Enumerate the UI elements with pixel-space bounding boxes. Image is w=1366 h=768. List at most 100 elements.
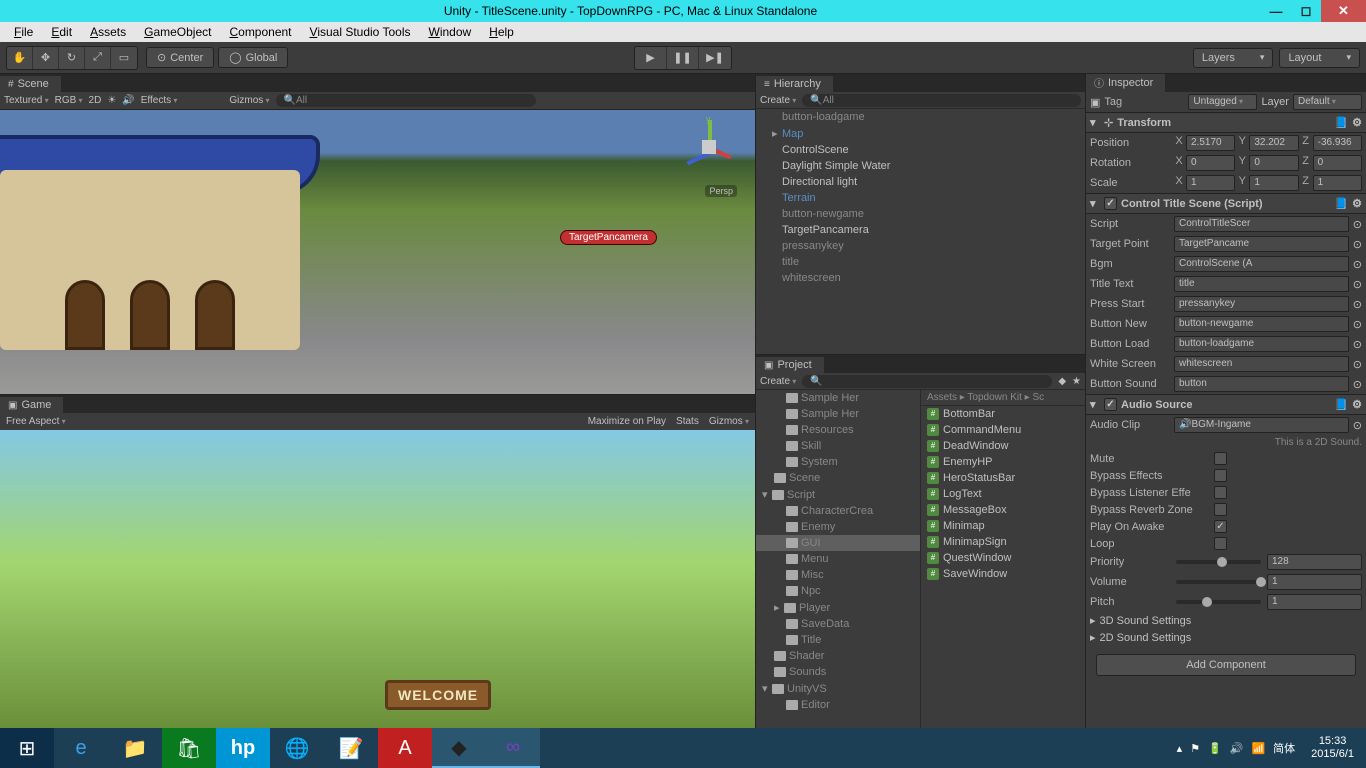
priority-value[interactable]: 128 bbox=[1267, 554, 1362, 570]
pos-y[interactable]: 32.202 bbox=[1249, 135, 1298, 151]
audio-icon[interactable]: 🔊 bbox=[122, 95, 134, 106]
maximize-on-play[interactable]: Maximize on Play bbox=[588, 416, 666, 427]
project-file[interactable]: #MinimapSign bbox=[921, 534, 1085, 550]
project-file[interactable]: #HeroStatusBar bbox=[921, 470, 1085, 486]
hierarchy-search[interactable]: 🔍All bbox=[802, 94, 1081, 107]
hierarchy-item[interactable]: title bbox=[756, 254, 1085, 270]
layers-dropdown[interactable]: Layers bbox=[1193, 48, 1274, 68]
rot-z[interactable]: 0 bbox=[1313, 155, 1362, 171]
object-picker-icon[interactable]: ⊙ bbox=[1353, 258, 1362, 271]
tray-clock[interactable]: 15:332015/6/1 bbox=[1303, 735, 1362, 761]
hierarchy-item[interactable]: TargetPancamera bbox=[756, 222, 1085, 238]
help-icon[interactable]: 📘 bbox=[1334, 398, 1348, 411]
gear-icon[interactable]: ⚙ bbox=[1352, 398, 1362, 411]
checkbox[interactable] bbox=[1214, 520, 1227, 533]
sound-2d-settings[interactable]: ▸2D Sound Settings bbox=[1086, 629, 1366, 646]
scl-y[interactable]: 1 bbox=[1249, 175, 1298, 191]
project-folder[interactable]: Sample Her bbox=[756, 406, 920, 422]
inspector-field[interactable]: button-loadgame bbox=[1174, 336, 1349, 352]
step-button[interactable]: ▶❚ bbox=[699, 47, 731, 69]
start-button[interactable]: ⊞ bbox=[0, 728, 54, 768]
tab-hierarchy[interactable]: ≡Hierarchy bbox=[756, 76, 833, 92]
rot-y[interactable]: 0 bbox=[1249, 155, 1298, 171]
taskbar-store[interactable]: 🛍 bbox=[162, 728, 216, 768]
project-folder[interactable]: Sounds bbox=[756, 664, 920, 680]
menu-file[interactable]: File bbox=[6, 23, 41, 41]
project-folder[interactable]: Editor bbox=[756, 697, 920, 713]
menu-help[interactable]: Help bbox=[481, 23, 522, 41]
menu-window[interactable]: Window bbox=[420, 23, 479, 41]
project-file[interactable]: #BottomBar bbox=[921, 406, 1085, 422]
inspector-field[interactable]: ControlTitleScer bbox=[1174, 216, 1349, 232]
taskbar-explorer[interactable]: 📁 bbox=[108, 728, 162, 768]
inspector-field[interactable]: ControlScene (A bbox=[1174, 256, 1349, 272]
checkbox[interactable] bbox=[1214, 469, 1227, 482]
script-enabled[interactable] bbox=[1104, 197, 1117, 210]
tray-flag-icon[interactable]: ⚑ bbox=[1190, 742, 1200, 755]
hierarchy-item[interactable]: Daylight Simple Water bbox=[756, 158, 1085, 174]
project-file[interactable]: #DeadWindow bbox=[921, 438, 1085, 454]
hierarchy-item[interactable]: Directional light bbox=[756, 174, 1085, 190]
hierarchy-item[interactable]: Terrain bbox=[756, 190, 1085, 206]
project-file[interactable]: #Minimap bbox=[921, 518, 1085, 534]
stats-toggle[interactable]: Stats bbox=[676, 416, 699, 427]
checkbox[interactable] bbox=[1214, 503, 1227, 516]
project-search[interactable]: 🔍 bbox=[802, 375, 1052, 388]
tab-inspector[interactable]: ⓘInspector bbox=[1086, 74, 1165, 92]
project-folder[interactable]: Skill bbox=[756, 438, 920, 454]
pitch-slider[interactable] bbox=[1176, 600, 1261, 604]
move-tool[interactable]: ✥ bbox=[33, 47, 59, 69]
menu-visual-studio-tools[interactable]: Visual Studio Tools bbox=[302, 23, 419, 41]
project-folder[interactable]: ▾UnityVS bbox=[756, 680, 920, 697]
close-button[interactable]: ✕ bbox=[1321, 0, 1366, 22]
project-files[interactable]: Assets ▸ Topdown Kit ▸ Sc #BottomBar#Com… bbox=[921, 390, 1085, 728]
scene-view[interactable]: TargetPancamera y Persp bbox=[0, 110, 755, 394]
project-file[interactable]: #QuestWindow bbox=[921, 550, 1085, 566]
minimize-button[interactable]: — bbox=[1261, 0, 1291, 22]
tab-scene[interactable]: #Scene bbox=[0, 76, 61, 92]
layer-field[interactable]: Default bbox=[1293, 94, 1362, 110]
project-folder[interactable]: Scene bbox=[756, 470, 920, 486]
pivot-rotation[interactable]: ◯ Global bbox=[218, 47, 288, 68]
pause-button[interactable]: ❚❚ bbox=[667, 47, 699, 69]
add-component-button[interactable]: Add Component bbox=[1096, 654, 1356, 676]
help-icon[interactable]: 📘 bbox=[1334, 116, 1348, 129]
object-picker-icon[interactable]: ⊙ bbox=[1353, 338, 1362, 351]
project-folder[interactable]: ▸Player bbox=[756, 599, 920, 616]
scl-z[interactable]: 1 bbox=[1313, 175, 1362, 191]
project-folder[interactable]: Npc bbox=[756, 583, 920, 599]
game-gizmos[interactable]: Gizmos bbox=[709, 416, 749, 427]
render-mode[interactable]: RGB bbox=[55, 95, 83, 106]
inspector-field[interactable]: button-newgame bbox=[1174, 316, 1349, 332]
audio-header[interactable]: ▾Audio Source📘⚙ bbox=[1086, 394, 1366, 415]
taskbar-hp[interactable]: hp bbox=[216, 728, 270, 768]
taskbar-vs[interactable]: ∞ bbox=[486, 728, 540, 768]
hierarchy-create[interactable]: Create bbox=[760, 95, 796, 106]
hierarchy-item[interactable]: button-newgame bbox=[756, 206, 1085, 222]
scl-x[interactable]: 1 bbox=[1186, 175, 1235, 191]
rotate-tool[interactable]: ↻ bbox=[59, 47, 85, 69]
project-folder[interactable]: Shader bbox=[756, 648, 920, 664]
project-folder[interactable]: Sample Her bbox=[756, 390, 920, 406]
help-icon[interactable]: 📘 bbox=[1334, 197, 1348, 210]
game-view[interactable]: WELCOME bbox=[0, 430, 755, 728]
gear-icon[interactable]: ⚙ bbox=[1352, 116, 1362, 129]
rot-x[interactable]: 0 bbox=[1186, 155, 1235, 171]
scale-tool[interactable]: ⤢ bbox=[85, 47, 111, 69]
inspector-field[interactable]: whitescreen bbox=[1174, 356, 1349, 372]
project-folder[interactable]: System bbox=[756, 454, 920, 470]
inspector-field[interactable]: title bbox=[1174, 276, 1349, 292]
object-picker-icon[interactable]: ⊙ bbox=[1353, 318, 1362, 331]
pitch-value[interactable]: 1 bbox=[1267, 594, 1362, 610]
object-picker-icon[interactable]: ⊙ bbox=[1353, 278, 1362, 291]
project-folder[interactable]: Misc bbox=[756, 567, 920, 583]
favorites-icon[interactable]: ★ bbox=[1072, 376, 1081, 387]
project-create[interactable]: Create bbox=[760, 376, 796, 387]
project-folder[interactable]: Menu bbox=[756, 551, 920, 567]
checkbox[interactable] bbox=[1214, 486, 1227, 499]
volume-slider[interactable] bbox=[1176, 580, 1261, 584]
volume-value[interactable]: 1 bbox=[1267, 574, 1362, 590]
play-button[interactable]: ▶ bbox=[635, 47, 667, 69]
menu-component[interactable]: Component bbox=[221, 23, 299, 41]
hierarchy-item[interactable]: pressanykey bbox=[756, 238, 1085, 254]
